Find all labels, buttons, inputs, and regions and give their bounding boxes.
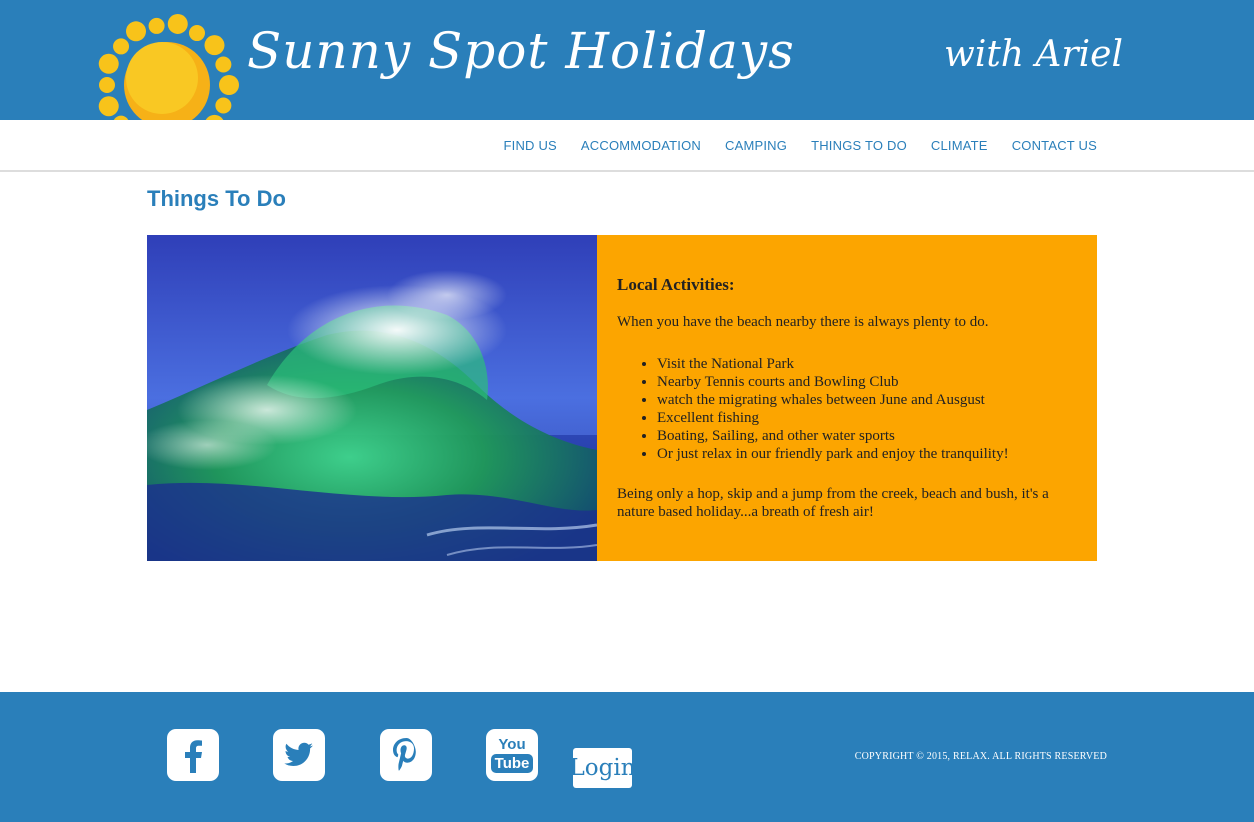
- login-button[interactable]: Login: [570, 748, 636, 788]
- panel-intro: When you have the beach nearby there is …: [617, 314, 989, 330]
- youtube-icon[interactable]: You Tube: [486, 729, 538, 781]
- activities-panel: Local Activities: When you have the beac…: [597, 235, 1097, 561]
- activities-list: Visit the National Park Nearby Tennis co…: [617, 355, 1077, 463]
- list-item: Nearby Tennis courts and Bowling Club: [657, 373, 1077, 391]
- nav-climate[interactable]: CLIMATE: [931, 138, 988, 153]
- site-header: Sunny Spot Holidays with Ariel: [0, 0, 1254, 157]
- site-tagline: with Ariel: [944, 34, 1123, 75]
- youtube-you-label: You: [498, 736, 526, 753]
- list-item: watch the migrating whales between June …: [657, 391, 1077, 409]
- list-item: Visit the National Park: [657, 355, 1077, 373]
- youtube-tube-label: Tube: [490, 754, 534, 773]
- nav-camping[interactable]: CAMPING: [725, 138, 787, 153]
- panel-outro: Being only a hop, skip and a jump from t…: [617, 486, 1049, 520]
- main-navbar: FIND US ACCOMMODATION CAMPING THINGS TO …: [0, 120, 1254, 172]
- twitter-icon[interactable]: [273, 729, 325, 781]
- pinterest-icon[interactable]: [380, 729, 432, 781]
- site-footer: You Tube Login COPYRIGHT © 2015, RELAX. …: [0, 692, 1254, 822]
- list-item: Boating, Sailing, and other water sports: [657, 427, 1077, 445]
- list-item: Or just relax in our friendly park and e…: [657, 445, 1077, 463]
- panel-heading: Local Activities:: [617, 275, 735, 294]
- copyright-text: COPYRIGHT © 2015, RELAX. ALL RIGHTS RESE…: [854, 751, 1107, 762]
- activities-section: Local Activities: When you have the beac…: [147, 235, 1097, 561]
- main-nav: FIND US ACCOMMODATION CAMPING THINGS TO …: [504, 138, 1097, 153]
- wave-photo: [147, 235, 597, 561]
- nav-find-us[interactable]: FIND US: [504, 138, 557, 153]
- site-title[interactable]: Sunny Spot Holidays: [247, 22, 795, 80]
- facebook-icon[interactable]: [167, 729, 219, 781]
- list-item: Excellent fishing: [657, 409, 1077, 427]
- nav-contact-us[interactable]: CONTACT US: [1012, 138, 1097, 153]
- nav-accommodation[interactable]: ACCOMMODATION: [581, 138, 701, 153]
- page-title: Things To Do: [147, 186, 286, 211]
- nav-things-to-do[interactable]: THINGS TO DO: [811, 138, 907, 153]
